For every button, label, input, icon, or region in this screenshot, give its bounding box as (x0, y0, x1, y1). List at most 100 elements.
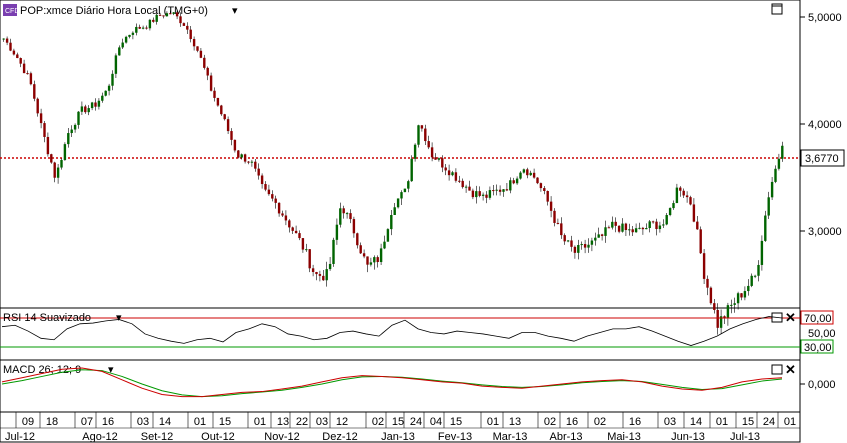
candle-body (203, 57, 206, 68)
month-label: Nov-12 (264, 431, 299, 443)
candle-body (580, 244, 583, 246)
candle-body (2, 38, 5, 40)
candle-body (464, 186, 468, 188)
candle-body (781, 145, 784, 159)
candle-body (706, 278, 709, 288)
candle-body (529, 172, 532, 176)
candle-body (556, 222, 560, 224)
candle-body (294, 230, 298, 234)
candle-body (111, 73, 114, 86)
candle-body (281, 213, 284, 216)
chart-title: POP:xmce Diário Hora Local (TMG+0) (20, 5, 208, 17)
price-tick-label: 4,0000 (808, 119, 842, 131)
candle-body (196, 46, 199, 51)
candle-body (760, 240, 764, 265)
month-label: Fev-13 (438, 431, 472, 443)
rsi-70-label: 70,00 (804, 313, 832, 325)
candle-body (628, 229, 631, 231)
candle-body (322, 275, 325, 281)
candle-body (298, 233, 301, 239)
candle-body (84, 106, 87, 113)
candle-body (264, 184, 267, 190)
day-tick-label: 15 (219, 416, 231, 428)
candle-body (573, 246, 577, 253)
candle-body (53, 162, 56, 178)
candle-body (67, 133, 70, 145)
rsi-close-icon[interactable]: ✕ (785, 310, 796, 325)
price-axis: 5,0000 4,0000 3,0000 (800, 12, 842, 238)
candle-body (668, 208, 672, 216)
candle-body (240, 154, 243, 158)
candle-body (689, 197, 692, 205)
candle-body (495, 189, 498, 191)
month-label: Jul-12 (5, 431, 35, 443)
candle-body (458, 180, 461, 182)
candle-body (29, 73, 33, 85)
macd-maximize-icon[interactable] (771, 364, 783, 375)
candle-body (379, 248, 383, 263)
candle-body (410, 158, 413, 182)
candle-body (199, 50, 203, 58)
rsi-title: RSI 14 Suavizado (3, 312, 91, 324)
candle-body (624, 223, 628, 231)
candle-body (274, 198, 277, 203)
candle-body (600, 234, 604, 236)
candle-body (631, 229, 634, 233)
candle-body (590, 240, 594, 245)
candle-body (583, 244, 587, 248)
candle-body (488, 190, 492, 198)
month-label: Ago-12 (82, 431, 117, 443)
candle-body (441, 158, 444, 168)
candle-body (254, 161, 257, 169)
candle-body (614, 221, 617, 226)
candle-body (213, 90, 216, 98)
month-label: Out-12 (201, 431, 235, 443)
candle-body (332, 239, 335, 264)
candle-body (305, 249, 308, 251)
candle-body (757, 264, 760, 276)
candle-body (549, 201, 553, 211)
day-tick-label: 02 (544, 416, 556, 428)
day-tick-label: 01 (784, 416, 796, 428)
day-tick-label: 18 (46, 416, 58, 428)
candle-body (736, 293, 740, 304)
candle-body (315, 272, 318, 275)
candle-body (216, 97, 220, 106)
candle-body (512, 180, 515, 184)
candle-body (186, 25, 189, 30)
day-tick-label: 24 (410, 416, 422, 428)
candle-body (777, 158, 781, 169)
candle-body (447, 170, 451, 176)
candle-body (400, 192, 403, 199)
candle-body (301, 238, 305, 250)
candle-body (257, 168, 260, 176)
candle-body (271, 194, 274, 199)
candle-body (362, 253, 366, 257)
candle-body (63, 144, 67, 160)
candle-body (658, 225, 662, 230)
candle-body (634, 228, 638, 233)
candle-body (243, 154, 247, 162)
rsi-dropdown-icon[interactable]: ▾ (116, 312, 122, 324)
candle-body (73, 124, 77, 130)
candle-body (19, 58, 22, 64)
candle-body (651, 221, 655, 223)
candle-body (230, 131, 233, 140)
candle-body (767, 197, 770, 216)
day-tick-label: 14 (159, 416, 171, 428)
candle-body (209, 75, 213, 91)
candle-body (260, 175, 264, 185)
day-tick-label: 24 (763, 416, 775, 428)
candle-body (325, 269, 328, 281)
candle-body (226, 119, 230, 132)
macd-close-icon[interactable]: ✕ (785, 362, 796, 377)
day-tick-label: 15 (742, 416, 754, 428)
candle-body (471, 190, 475, 198)
candle-body (434, 157, 437, 160)
chart-title-dropdown-icon[interactable]: ▾ (232, 5, 238, 17)
candle-body (288, 220, 291, 228)
cfd-badge-text: CFD (5, 8, 19, 15)
candle-body (475, 191, 478, 198)
candle-body (750, 275, 753, 286)
candle-body (101, 95, 104, 101)
